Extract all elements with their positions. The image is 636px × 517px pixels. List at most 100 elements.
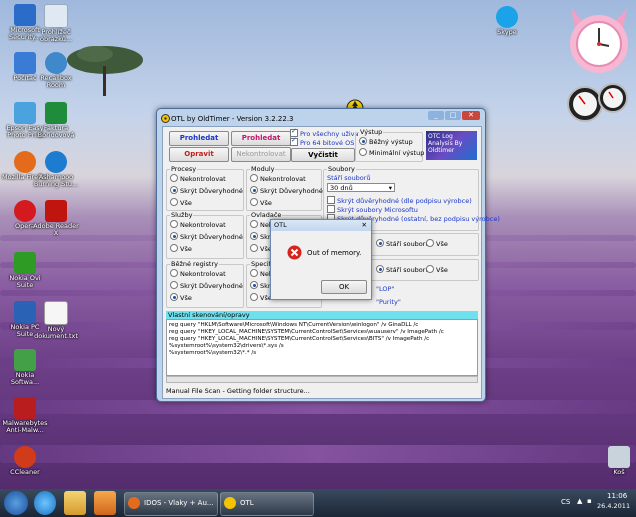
services-all-radio[interactable]: Vše [170,244,192,253]
radio-dot [170,232,178,240]
close-icon[interactable]: ✕ [362,220,367,231]
spreadsheet-icon [45,102,67,124]
error-icon [287,245,302,260]
desktop-icon-recycle-bin[interactable]: Koš [596,446,636,476]
desktop-icon-nokia-software[interactable]: Nokia Softwa... [2,349,48,386]
desktop-icon-ashampoo[interactable]: Ashampoo Burning Stu... [33,151,79,188]
checkbox-box [327,196,335,204]
64bit-checkbox[interactable]: Pro 64 bitové OS [290,136,354,147]
network-icon[interactable]: ▪ [587,497,592,505]
chevron-down-icon: ▾ [388,184,392,192]
fix-button[interactable]: Opravit [169,147,229,162]
purity-label: "Purity" [376,298,401,306]
files-age-radio-2[interactable]: Stáří souborů [376,265,430,274]
modules-all-radio[interactable]: Vše [250,198,272,207]
desktop-icon-adobe-reader[interactable]: Adobe Reader X [33,200,79,237]
clock-time[interactable]: 11:06 [607,492,627,500]
services-group: Služby Nekontrolovat Skrýt Důveryhodné V… [166,211,244,259]
radio-dot [250,220,258,228]
registry-nocheck-radio[interactable]: Nekontrolovat [170,269,226,278]
custom-line: %systemroot%\system32\drivers\*.sys /s [169,343,284,349]
horizontal-scrollbar[interactable] [166,376,478,383]
custom-scan-header: Vlastní skenování/opravy [166,311,478,319]
desktop-icon-text-document[interactable]: Nový dokument.txt [33,301,79,340]
quick-scan-button[interactable]: Prohledat rychle [231,131,291,155]
hide-microsoft-files-checkbox[interactable]: Skrýt soubory Microsoftu [327,205,418,214]
radio-dot [170,220,178,228]
ok-button[interactable]: OK [321,280,367,294]
tray-arrow-icon[interactable]: ▲ [577,497,582,505]
media-player-icon[interactable] [94,491,116,515]
ie-icon[interactable] [34,491,56,515]
cpu-meter-gadget [567,83,628,122]
ccleaner-icon [14,446,36,468]
task-idos[interactable]: IDOS - Vlaky + Au... [124,492,218,516]
start-button[interactable] [4,491,28,515]
output-minimal-radio[interactable]: Minimální výstup [359,148,424,157]
clock-gadget [570,8,628,73]
error-dialog: OTL ✕ Out of memory. OK [270,219,372,300]
modules-group: Moduly Nekontrolovat Skrýt Důveryhodné V… [246,165,323,211]
desktop-icon-skype[interactable]: Skype [484,6,530,36]
otl-app-icon [161,114,170,123]
malwarebytes-icon [14,397,36,419]
registry-all-radio[interactable]: Vše [170,293,192,302]
processes-all-radio[interactable]: Vše [170,198,192,207]
hide-trusted-signed-checkbox[interactable]: Skrýt důvěryhodné (dle podpisu výrobce) [327,196,472,205]
radio-dot [250,186,258,194]
desktop-icon-faktura[interactable]: Faktura Bořidovová [33,102,79,139]
specific-all-radio[interactable]: Vše [250,293,272,302]
pdf-icon [45,200,67,222]
no-check-button[interactable]: Nekontrolovat [231,147,291,162]
custom-line: %systemroot%\system32\*.* /s [169,350,257,356]
clock-date[interactable]: 26.4.2011 [597,502,630,510]
output-standard-radio[interactable]: Běžný výstup [359,137,413,146]
desktop-icon-viewer[interactable]: Prohlížeč obrázků... [33,4,79,43]
files-age-radio[interactable]: Stáří souborů [376,239,430,248]
minimize-button[interactable]: _ [428,111,444,120]
processes-hide-trusted-radio[interactable]: Skrýt Důveryhodné [170,186,243,195]
clean-button[interactable]: Vyčistit [291,148,355,162]
files-all-radio-2[interactable]: Vše [426,265,448,274]
services-hide-trusted-radio[interactable]: Skrýt Důveryhodné [170,232,243,241]
file-age-label: Stáří souborů [327,174,371,182]
language-indicator[interactable]: CS [561,498,570,506]
processes-group: Procesy Nekontrolovat Skrýt Důveryhodné … [166,165,244,211]
desktop-icon-malwarebytes[interactable]: Malwarebytes Anti-Malw... [2,397,48,434]
radio-dot [170,244,178,252]
custom-line: reg query "HKEY_LOCAL_MACHINE\SYSTEM\Cur… [169,329,444,335]
registry-hide-trusted-radio[interactable]: Skrýt Důveryhodné [170,281,243,290]
custom-scan-textarea[interactable]: reg query "HKLM\Software\Microsoft\Windo… [166,319,478,376]
radio-dot [250,198,258,206]
services-nocheck-radio[interactable]: Nekontrolovat [170,220,226,229]
radio-dot [376,239,384,247]
radio-dot [250,244,258,252]
explorer-icon[interactable] [64,491,86,515]
radio-dot [250,232,258,240]
scan-button[interactable]: Prohledat [169,131,229,146]
radio-dot [359,148,367,156]
compass-icon [45,52,67,74]
desktop-icon-ccleaner[interactable]: CCleaner [2,446,48,476]
processes-nocheck-radio[interactable]: Nekontrolovat [170,174,226,183]
close-button[interactable]: ✕ [462,111,480,120]
radio-dot [170,186,178,194]
otl-icon [224,497,236,509]
dialog-message: Out of memory. [307,249,362,257]
taskbar: IDOS - Vlaky + Au... OTL CS ▲ ▪ 11:06 26… [0,489,636,517]
desktop-icon-recallbox[interactable]: Recallbox Room [33,52,79,89]
browser-icon [128,497,140,509]
modules-nocheck-radio[interactable]: Nekontrolovat [250,174,306,183]
files-all-radio[interactable]: Vše [426,239,448,248]
radio-dot [170,269,178,277]
disc-icon [45,151,67,173]
file-age-select[interactable]: 30 dnů ▾ [327,183,395,192]
dialog-titlebar: OTL ✕ [271,220,371,231]
maximize-button[interactable]: □ [445,111,461,120]
desktop-icon-ovi-suite[interactable]: Nokia Ovi Suite [2,252,48,289]
task-otl[interactable]: OTL [220,492,314,516]
modules-hide-trusted-radio[interactable]: Skrýt Důveryhodné [250,186,323,195]
recycle-bin-icon [608,446,630,468]
text-file-icon [44,301,68,325]
drivers-all-radio[interactable]: Vše [250,244,272,253]
